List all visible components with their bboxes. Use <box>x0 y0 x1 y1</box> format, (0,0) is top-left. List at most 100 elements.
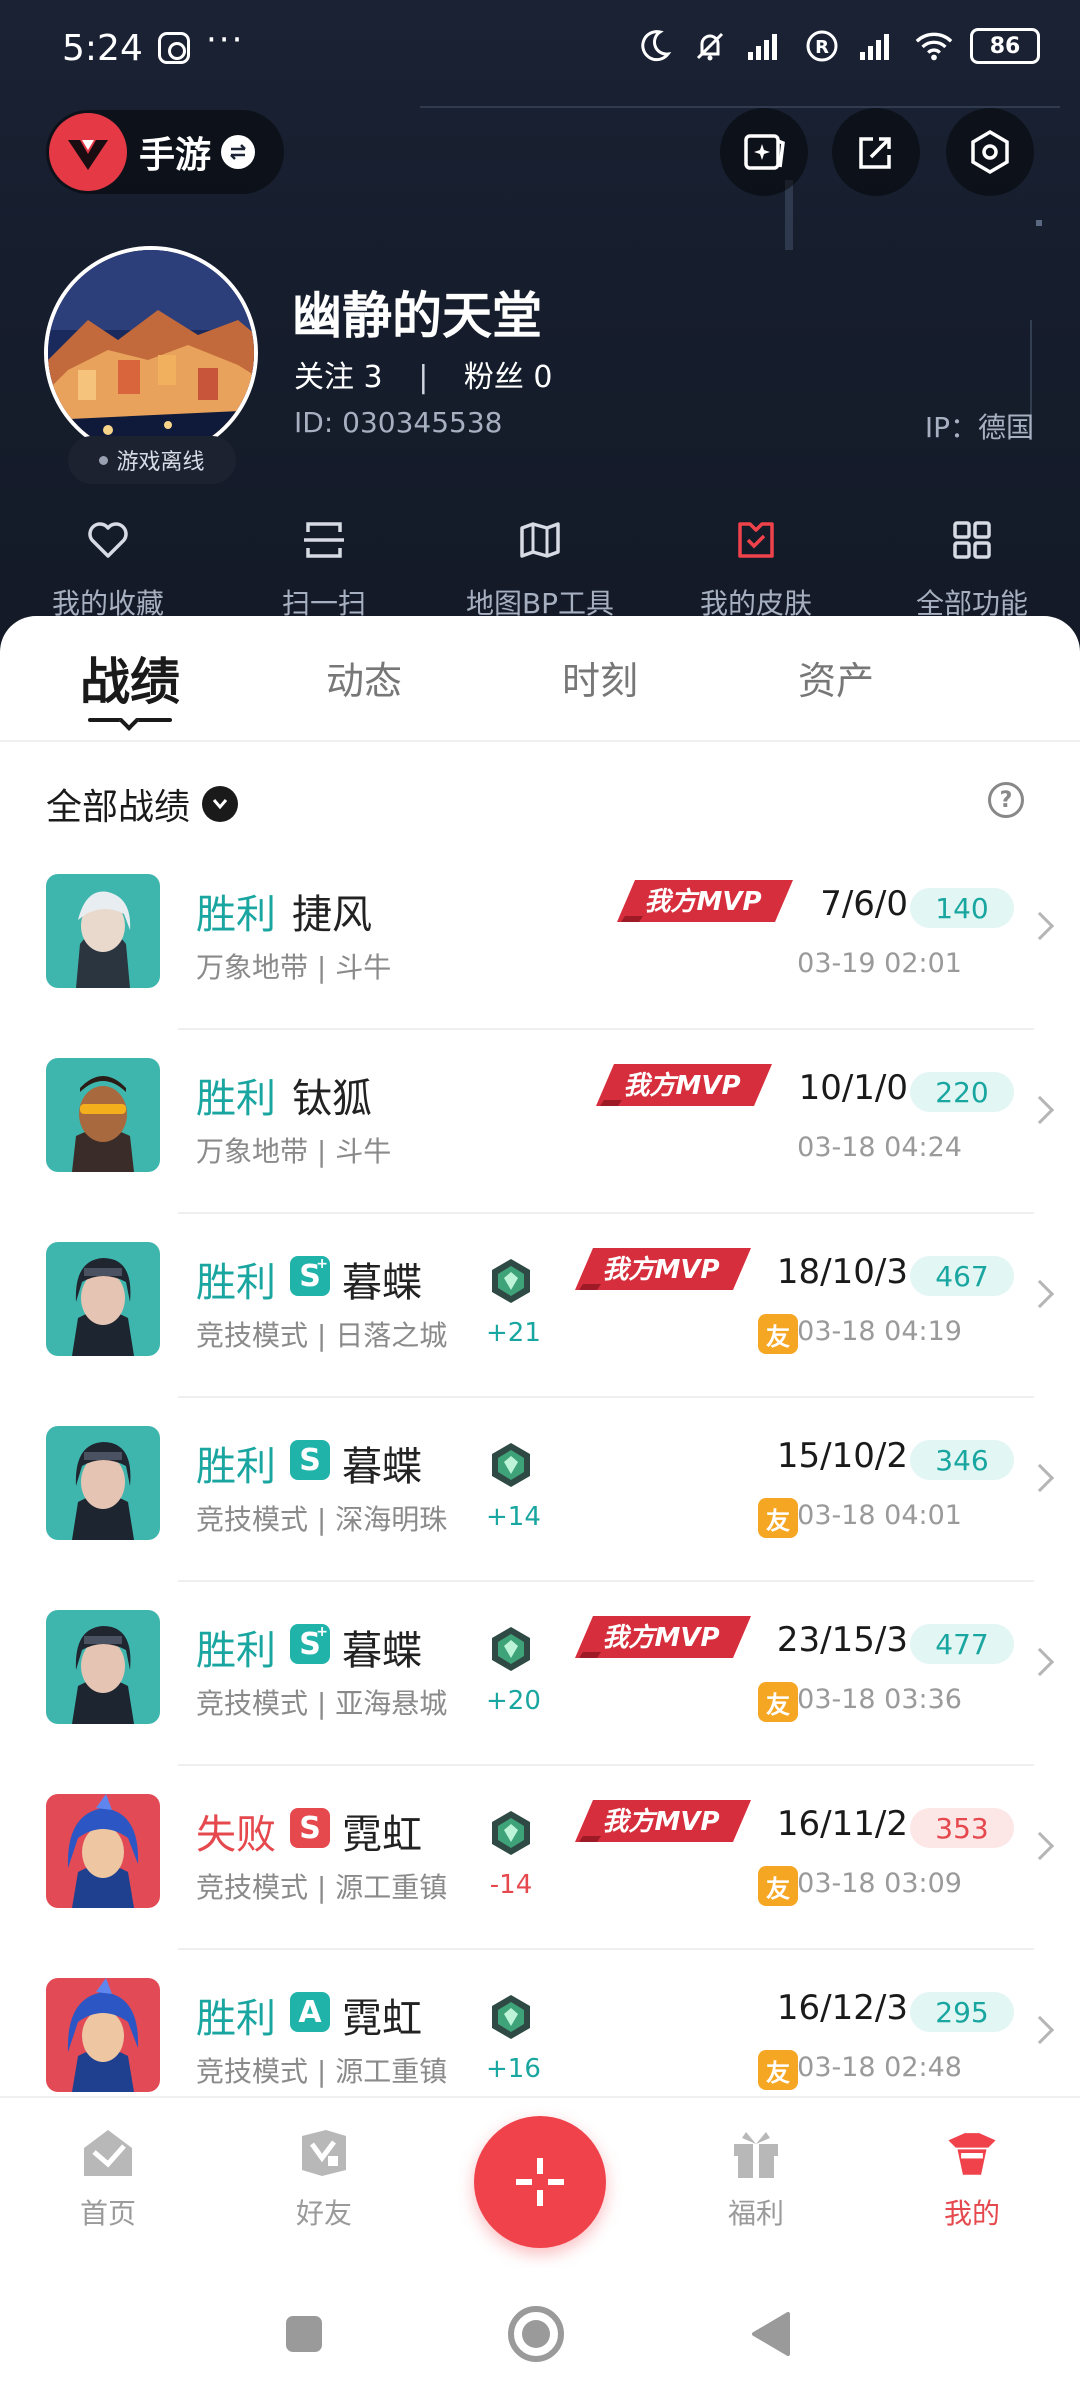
kda: 16/11/2 <box>776 1804 908 1844</box>
tab-records[interactable]: 战绩 <box>80 642 180 714</box>
help-icon[interactable]: ? <box>988 782 1024 818</box>
edit-card-button[interactable] <box>720 108 808 196</box>
hero-portrait <box>46 874 160 988</box>
grade-badge: S <box>290 1440 330 1480</box>
chevron-right-icon <box>1025 1279 1055 1309</box>
mvp-badge: 我方MVP <box>575 1796 751 1846</box>
map-icon <box>516 516 564 564</box>
scan-icon <box>300 516 348 564</box>
record-row[interactable]: 胜利 S 暮蝶 竞技模式 | 深海明珠 +14 15/10/2 346 友 03-18 04:0… <box>0 1398 1080 1582</box>
settings-button[interactable] <box>946 108 1034 196</box>
nav-rewards[interactable]: 福利 <box>696 2124 816 2232</box>
nav-home[interactable]: 首页 <box>48 2124 168 2232</box>
follow-count[interactable]: 3 <box>364 360 383 395</box>
game-switch-button[interactable]: 手游 <box>46 110 284 194</box>
quick-action-skins[interactable]: 我的皮肤 <box>648 516 864 626</box>
nav-friends[interactable]: 好友 <box>264 2124 384 2232</box>
rank-icon <box>486 1624 536 1674</box>
online-status-badge: 游戏离线 <box>68 436 236 484</box>
home-system-button[interactable] <box>506 2304 566 2364</box>
hero-name: 钛狐 <box>292 1076 372 1122</box>
grid-icon <box>948 516 996 564</box>
quick-actions: 我的收藏 扫一扫 地图BP工具 我的皮肤 全部功能 <box>0 516 1080 626</box>
nickname: 幽静的天堂 <box>292 287 542 345</box>
match-time: 03-18 04:24 <box>797 1132 962 1163</box>
fans-label[interactable]: 粉丝 <box>464 360 524 395</box>
fans-count[interactable]: 0 <box>533 360 552 395</box>
hero-portrait <box>46 1426 160 1540</box>
system-nav-bar <box>0 2268 1080 2400</box>
card-sparkle-icon <box>744 134 785 170</box>
rank-change: +16 <box>486 2054 541 2084</box>
friend-badge: 友 <box>758 1314 798 1354</box>
record-row[interactable]: 胜利 捷风 万象地带 | 斗牛 我方MVP 7/6/0 140 03-19 02:01 <box>0 846 1080 1030</box>
back-triangle-icon <box>752 2312 790 2356</box>
record-row[interactable]: 失败 S 霓虹 竞技模式 | 源工重镇 -14 我方MVP 16/11/2 353 友 03-18… <box>0 1766 1080 1950</box>
grade-letter: S <box>299 1442 321 1478</box>
grade-badge: S + <box>290 1256 330 1296</box>
match-result: 胜利 <box>196 892 276 938</box>
follow-label[interactable]: 关注 <box>294 360 354 395</box>
kda: 23/15/3 <box>776 1620 908 1660</box>
quick-action-scan[interactable]: 扫一扫 <box>216 516 432 626</box>
avatar[interactable] <box>44 246 258 460</box>
record-row[interactable]: 胜利 A 霓虹 竞技模式 | 源工重镇 +16 16/12/3 295 友 03-18 02:4… <box>0 1950 1080 2096</box>
chevron-right-icon <box>1025 2015 1055 2045</box>
game-mode: 竞技模式 | 源工重镇 <box>196 1871 448 1904</box>
hero-name: 暮蝶 <box>342 1260 422 1306</box>
score-badge: 477 <box>910 1624 1014 1664</box>
back-button[interactable] <box>740 2304 800 2364</box>
hero-name: 霓虹 <box>342 1812 422 1858</box>
status-icons: R 86 <box>634 26 1040 66</box>
records-filter[interactable]: 全部战绩 <box>46 778 239 830</box>
record-row[interactable]: 胜利 S + 暮蝶 竞技模式 | 日落之城 +21 我方MVP 18/10/3 467 友 03-1… <box>0 1214 1080 1398</box>
share-button[interactable] <box>832 108 920 196</box>
chevron-right-icon <box>1025 1095 1055 1125</box>
kda: 18/10/3 <box>776 1252 908 1292</box>
game-mode: 竞技模式 | 源工重镇 <box>196 2055 448 2088</box>
mvp-badge: 我方MVP <box>575 1244 751 1294</box>
record-row[interactable]: 胜利 钛狐 万象地带 | 斗牛 我方MVP 10/1/0 220 03-18 04:24 <box>0 1030 1080 1214</box>
grade-letter: A <box>298 1994 322 2030</box>
stats-separator: | <box>418 360 429 395</box>
quick-action-all[interactable]: 全部功能 <box>864 516 1080 626</box>
mvp-badge: 我方MVP <box>617 876 793 926</box>
tab-moments[interactable]: 时刻 <box>562 650 638 705</box>
tab-bar: 战绩 动态 时刻 资产 <box>0 616 1080 742</box>
create-post-button[interactable] <box>474 2116 606 2248</box>
nav-me[interactable]: 我的 <box>912 2124 1032 2232</box>
score-badge: 140 <box>910 888 1014 928</box>
decor-line <box>420 106 1060 108</box>
home-icon <box>79 2124 137 2182</box>
rank-icon <box>486 1256 536 1306</box>
chevron-right-icon <box>1025 1463 1055 1493</box>
hero-name: 霓虹 <box>342 1996 422 2042</box>
rank-change: -14 <box>489 1870 533 1900</box>
quick-action-map-bp[interactable]: 地图BP工具 <box>432 516 648 626</box>
square-icon <box>286 2316 322 2352</box>
quick-action-favorites[interactable]: 我的收藏 <box>0 516 216 626</box>
kda: 7/6/0 <box>820 884 908 924</box>
more-notifications-icon: ··· <box>206 20 245 60</box>
page: 5:24 ··· R 86 手游 游戏离线 幽静的天堂 关注 3 | 粉丝 0 … <box>0 0 1080 2400</box>
game-mode: 竞技模式 | 亚海悬城 <box>196 1687 448 1720</box>
records-filter-label: 全部战绩 <box>46 787 191 828</box>
ip-location: IP：德国 <box>924 411 1034 444</box>
rank-icon <box>486 1992 536 2042</box>
content-sheet: 战绩 动态 时刻 资产 全部战绩 ? 胜利 捷风 万象地带 | 斗牛 我方MVP 7/6… <box>0 616 1080 2096</box>
rank-change: +20 <box>486 1686 541 1716</box>
rank-icon <box>486 1440 536 1490</box>
chevron-right-icon <box>1025 1831 1055 1861</box>
heart-icon <box>84 516 132 564</box>
tab-posts[interactable]: 动态 <box>326 650 402 705</box>
records-list: 胜利 捷风 万象地带 | 斗牛 我方MVP 7/6/0 140 03-19 02:01 胜利钛… <box>0 846 1080 2096</box>
svg-text:我方MVP: 我方MVP <box>623 1071 740 1101</box>
record-row[interactable]: 胜利 S + 暮蝶 竞技模式 | 亚海悬城 +20 我方MVP 23/15/3 477 友 03-1… <box>0 1582 1080 1766</box>
status-bar: 5:24 ··· R 86 <box>0 0 1080 100</box>
game-mode: 竞技模式 | 深海明珠 <box>196 1503 448 1536</box>
chevron-right-icon <box>1025 911 1055 941</box>
recents-button[interactable] <box>274 2304 334 2364</box>
tab-assets[interactable]: 资产 <box>798 650 874 705</box>
circle-icon <box>508 2306 564 2362</box>
gift-icon <box>727 2124 785 2182</box>
